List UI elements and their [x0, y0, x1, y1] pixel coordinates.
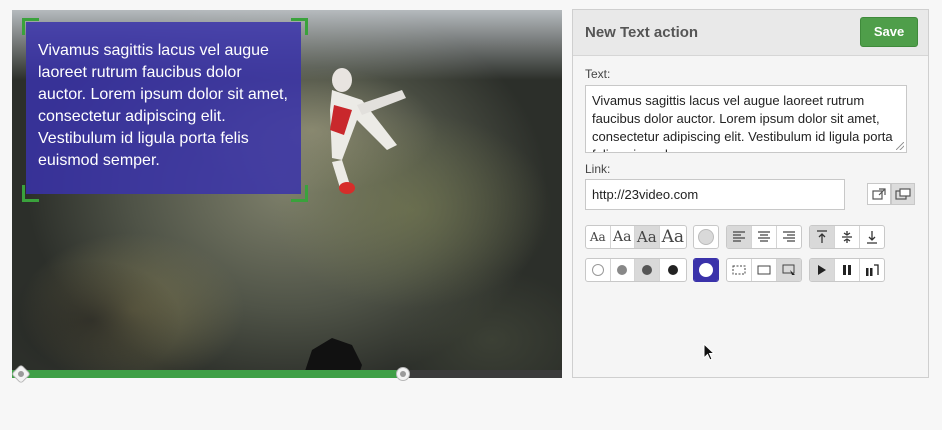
- panel-header: New Text action Save: [573, 10, 928, 56]
- align-middle-icon: [842, 231, 852, 243]
- font-size-xlarge[interactable]: Aa: [660, 226, 686, 248]
- align-left-icon: [733, 231, 745, 242]
- glove-silhouette: [305, 338, 362, 370]
- rect-cursor-icon: [782, 264, 795, 275]
- pause-button[interactable]: [835, 259, 860, 281]
- circle-outline-icon: [591, 264, 604, 276]
- align-right-icon: [783, 231, 795, 242]
- timeline-range: [12, 370, 403, 378]
- text-align-group: [726, 225, 802, 249]
- circle-light-icon: [617, 265, 628, 275]
- resize-handle-top-left[interactable]: [22, 18, 39, 35]
- align-top-icon: [817, 230, 827, 243]
- font-size-medium[interactable]: Aa: [611, 226, 636, 248]
- action-editor-panel: New Text action Save Text: Vivamus sagit…: [572, 9, 929, 378]
- play-button[interactable]: [810, 259, 835, 281]
- pause-skip-button[interactable]: [860, 259, 884, 281]
- circle-medium-icon: [641, 265, 652, 275]
- link-input[interactable]: http://23video.com: [585, 179, 845, 210]
- color-picker-group: [693, 225, 719, 249]
- dashed-rect-icon: [732, 265, 746, 275]
- solid-rect-icon: [757, 265, 771, 275]
- video-shadow: [12, 260, 182, 370]
- valign-top-button[interactable]: [810, 226, 835, 248]
- align-left-button[interactable]: [727, 226, 752, 248]
- align-center-button[interactable]: [752, 226, 777, 248]
- text-color-button[interactable]: [694, 226, 718, 248]
- open-same-window-button[interactable]: [867, 183, 891, 205]
- resize-handle-bottom-left[interactable]: [22, 185, 39, 202]
- video-player[interactable]: Vivamus sagittis lacus vel augue laoreet…: [12, 10, 562, 370]
- background-opacity-group: [585, 258, 687, 282]
- border-solid-button[interactable]: [752, 259, 777, 281]
- text-overlay[interactable]: Vivamus sagittis lacus vel augue laoreet…: [26, 22, 301, 194]
- text-label: Text:: [585, 67, 611, 81]
- new-window-icon: [895, 188, 911, 200]
- mouse-cursor-icon: [703, 343, 716, 361]
- resize-handle-bottom-right[interactable]: [291, 185, 308, 202]
- background-color-group: [693, 258, 719, 282]
- pause-bracket-icon: [866, 264, 879, 276]
- color-swatch-icon: [698, 229, 714, 245]
- align-center-icon: [758, 231, 770, 242]
- playback-group: [809, 258, 885, 282]
- align-bottom-icon: [867, 231, 877, 244]
- font-size-large[interactable]: Aa: [635, 226, 660, 248]
- font-size-small[interactable]: Aa: [586, 226, 611, 248]
- timeline-end-handle[interactable]: [396, 367, 410, 381]
- resize-handle-top-right[interactable]: [291, 18, 308, 35]
- link-input-value: http://23video.com: [592, 187, 699, 202]
- vertical-align-group: [809, 225, 885, 249]
- valign-middle-button[interactable]: [835, 226, 860, 248]
- panel-title: New Text action: [585, 24, 699, 41]
- open-new-window-button[interactable]: [891, 183, 915, 205]
- border-dashed-button[interactable]: [727, 259, 752, 281]
- background-color-button[interactable]: [694, 259, 718, 281]
- play-icon: [818, 265, 826, 275]
- circle-solid-icon: [667, 265, 678, 275]
- link-label: Link:: [585, 162, 611, 176]
- align-right-button[interactable]: [777, 226, 801, 248]
- overlay-text: Vivamus sagittis lacus vel augue laoreet…: [38, 42, 288, 169]
- pause-icon: [843, 265, 851, 275]
- save-button[interactable]: Save: [860, 17, 918, 47]
- opacity-low-button[interactable]: [611, 259, 636, 281]
- textarea-resize-grip[interactable]: [896, 142, 904, 150]
- skydiver-figure: [330, 68, 406, 194]
- opacity-none-button[interactable]: [586, 259, 611, 281]
- valign-bottom-button[interactable]: [860, 226, 884, 248]
- text-input-value: Vivamus sagittis lacus vel augue laoreet…: [592, 93, 893, 152]
- border-style-group: [726, 258, 802, 282]
- border-pointer-button[interactable]: [777, 259, 801, 281]
- font-size-group: Aa Aa Aa Aa: [585, 225, 687, 249]
- text-input[interactable]: Vivamus sagittis lacus vel augue laoreet…: [585, 85, 907, 153]
- color-swatch-icon: [699, 263, 713, 277]
- opacity-medium-button[interactable]: [635, 259, 660, 281]
- opacity-full-button[interactable]: [660, 259, 686, 281]
- external-link-icon: [872, 188, 886, 200]
